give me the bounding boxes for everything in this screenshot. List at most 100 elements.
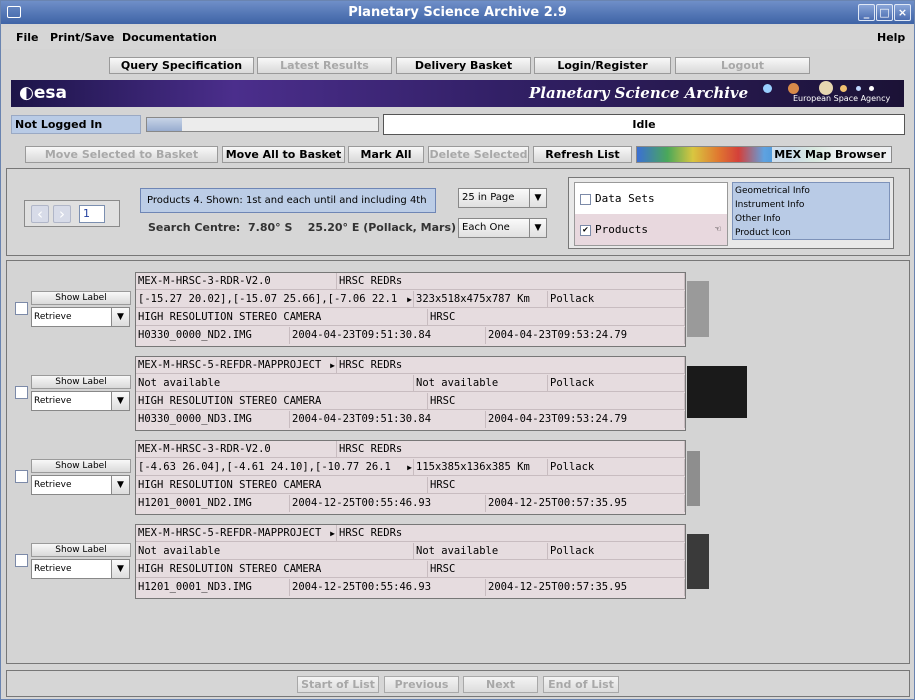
- menu-bar: File Print/Save Documentation Help: [2, 27, 913, 49]
- planet-icon: [819, 81, 833, 95]
- dataset-id: MEX-M-HRSC-5-REFDR-MAPPROJECT ▶: [136, 525, 337, 542]
- latest-results-button[interactable]: Latest Results: [257, 57, 392, 74]
- coordinates: Not available: [136, 543, 414, 560]
- per-page-value: 25 in Page: [462, 192, 515, 203]
- each-select[interactable]: Each One ▼: [458, 218, 547, 238]
- chevron-down-icon: ▼: [529, 189, 546, 207]
- coordinates: [-4.63 26.04],[-4.61 24.10],[-10.77 26.1…: [136, 459, 414, 476]
- footprint-size: Not available: [414, 375, 548, 392]
- page-number-input[interactable]: 1: [79, 205, 105, 223]
- list-navigation: Start of List Previous Next End of List: [6, 670, 910, 697]
- esa-logo: ◐esa: [19, 83, 67, 103]
- stop-time: 2004-04-23T09:53:24.79: [486, 327, 685, 344]
- product-thumbnail[interactable]: [687, 451, 700, 506]
- info-option[interactable]: Other Info: [735, 212, 887, 226]
- query-specification-button[interactable]: Query Specification: [109, 57, 254, 74]
- file-name: H0330_0000_ND3.IMG: [136, 411, 290, 428]
- chevron-down-icon: ▼: [111, 560, 129, 578]
- instrument-id: HRSC: [428, 309, 685, 326]
- product-thumbnail[interactable]: [687, 281, 709, 337]
- info-option[interactable]: Product Icon: [735, 226, 887, 240]
- retrieve-select[interactable]: Retrieve ▼: [31, 559, 130, 579]
- instrument-id: HRSC: [428, 393, 685, 410]
- show-label-button[interactable]: Show Label: [31, 375, 131, 389]
- agency-label: European Space Agency: [793, 94, 891, 103]
- menu-print-save[interactable]: Print/Save: [50, 31, 114, 44]
- maximize-icon[interactable]: □: [876, 4, 893, 21]
- search-centre-label: Search Centre:: [148, 221, 241, 234]
- show-label-button[interactable]: Show Label: [31, 291, 131, 305]
- chevron-down-icon: ▼: [111, 308, 129, 326]
- mex-map-browser-button[interactable]: MEX Map Browser: [636, 146, 892, 163]
- retrieve-value: Retrieve: [34, 564, 72, 574]
- target-name: Pollack: [548, 459, 685, 476]
- show-label-button[interactable]: Show Label: [31, 459, 131, 473]
- start-time: 2004-12-25T00:55:46.93: [290, 579, 486, 596]
- coordinates: Not available: [136, 375, 414, 392]
- move-selected-button[interactable]: Move Selected to Basket: [25, 146, 218, 163]
- planet-icon: [840, 85, 847, 92]
- products-checkbox[interactable]: ✔: [580, 224, 591, 236]
- previous-button[interactable]: Previous: [384, 676, 459, 693]
- product-item: Show Label Retrieve ▼ MEX-M-HRSC-3-RDR-V2.0…: [7, 272, 911, 352]
- delivery-basket-button[interactable]: Delivery Basket: [396, 57, 531, 74]
- menu-file[interactable]: File: [16, 31, 39, 44]
- product-item: Show Label Retrieve ▼ MEX-M-HRSC-3-RDR-V2.0…: [7, 440, 911, 520]
- start-time: 2004-12-25T00:55:46.93: [290, 495, 486, 512]
- show-label-button[interactable]: Show Label: [31, 543, 131, 557]
- move-all-button[interactable]: Move All to Basket: [222, 146, 345, 163]
- search-lon: 25.20° E (Pollack, Mars): [307, 221, 457, 234]
- datasets-checkbox[interactable]: [580, 193, 591, 205]
- instrument-name: HIGH RESOLUTION STEREO CAMERA: [136, 561, 428, 578]
- logout-button[interactable]: Logout: [675, 57, 810, 74]
- product-item: Show Label Retrieve ▼ MEX-M-HRSC-5-REFDR-MA…: [7, 524, 911, 604]
- retrieve-select[interactable]: Retrieve ▼: [31, 391, 130, 411]
- truncated-icon: ▶: [330, 361, 335, 370]
- window-title: Planetary Science Archive 2.9: [348, 5, 567, 20]
- datasets-label: Data Sets: [595, 192, 655, 205]
- chevron-down-icon: ▼: [111, 392, 129, 410]
- datasets-option[interactable]: Data Sets: [575, 183, 727, 214]
- file-name: H0330_0000_ND2.IMG: [136, 327, 290, 344]
- menu-help[interactable]: Help: [877, 31, 905, 44]
- target-name: Pollack: [548, 543, 685, 560]
- info-option[interactable]: Instrument Info: [735, 198, 887, 212]
- product-type: HRSC REDRs: [337, 273, 685, 290]
- refresh-list-button[interactable]: Refresh List: [533, 146, 632, 163]
- login-register-button[interactable]: Login/Register: [534, 57, 671, 74]
- truncated-icon: ▶: [407, 463, 412, 472]
- planet-icon: [763, 84, 772, 93]
- progress-fill: [147, 118, 182, 131]
- window-menu-icon[interactable]: [7, 6, 21, 18]
- delete-selected-button[interactable]: Delete Selected: [428, 146, 529, 163]
- dataset-id: MEX-M-HRSC-5-REFDR-MAPPROJECT ▶: [136, 357, 337, 374]
- product-thumbnail[interactable]: [687, 534, 709, 589]
- product-checkbox[interactable]: [15, 470, 28, 483]
- page-next-icon[interactable]: ›: [53, 205, 71, 223]
- progress-bar: [146, 117, 379, 132]
- product-thumbnail[interactable]: [687, 366, 747, 418]
- footprint-size: Not available: [414, 543, 548, 560]
- minimize-icon[interactable]: _: [858, 4, 875, 21]
- retrieve-value: Retrieve: [34, 312, 72, 322]
- start-of-list-button[interactable]: Start of List: [297, 676, 379, 693]
- products-option[interactable]: ✔ Products ☜: [575, 214, 727, 245]
- end-of-list-button[interactable]: End of List: [543, 676, 619, 693]
- product-type: HRSC REDRs: [337, 357, 685, 374]
- truncated-icon: ▶: [407, 295, 412, 304]
- page-prev-icon[interactable]: ‹: [31, 205, 49, 223]
- product-type: HRSC REDRs: [337, 525, 685, 542]
- per-page-select[interactable]: 25 in Page ▼: [458, 188, 547, 208]
- retrieve-select[interactable]: Retrieve ▼: [31, 307, 130, 327]
- menu-documentation[interactable]: Documentation: [122, 31, 217, 44]
- dataset-id: MEX-M-HRSC-3-RDR-V2.0: [136, 441, 337, 458]
- product-checkbox[interactable]: [15, 554, 28, 567]
- retrieve-select[interactable]: Retrieve ▼: [31, 475, 130, 495]
- product-card: MEX-M-HRSC-3-RDR-V2.0 HRSC REDRs [-4.63 26…: [135, 440, 686, 515]
- close-icon[interactable]: ×: [894, 4, 911, 21]
- next-button[interactable]: Next: [463, 676, 538, 693]
- info-option[interactable]: Geometrical Info: [735, 184, 887, 198]
- mark-all-button[interactable]: Mark All: [348, 146, 424, 163]
- product-checkbox[interactable]: [15, 386, 28, 399]
- product-checkbox[interactable]: [15, 302, 28, 315]
